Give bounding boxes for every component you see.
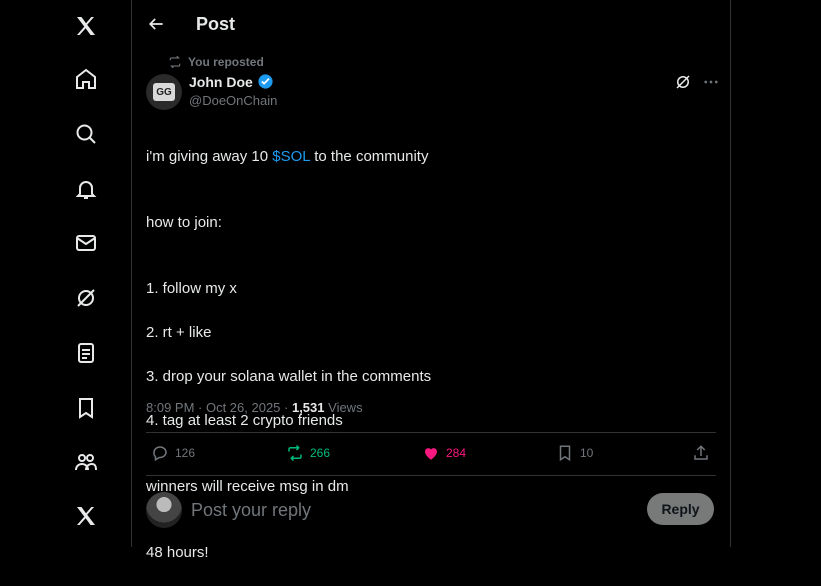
reply-button[interactable]: Reply (647, 493, 714, 525)
page-title: Post (196, 14, 236, 34)
column-divider (730, 0, 731, 547)
repost-icon (169, 55, 181, 69)
bookmark-count: 10 (580, 446, 594, 460)
back-arrow-icon[interactable] (146, 14, 166, 34)
sidebar (0, 0, 132, 547)
notifications-icon[interactable] (73, 176, 99, 202)
bookmark-icon (559, 445, 571, 462)
reply-input[interactable]: Post your reply (191, 500, 311, 521)
repost-count: 266 (310, 446, 331, 460)
user-avatar[interactable] (146, 492, 182, 528)
messages-icon[interactable] (73, 230, 99, 256)
more-options-icon[interactable] (702, 73, 720, 91)
reply-action[interactable]: 126 (151, 444, 195, 462)
author-handle[interactable]: @DoeOnChain (189, 93, 277, 108)
share-icon (694, 445, 708, 460)
like-action[interactable]: 284 (422, 444, 466, 462)
grok-icon[interactable] (674, 73, 692, 91)
search-icon[interactable] (73, 121, 99, 147)
share-action[interactable] (692, 444, 710, 462)
grok-icon[interactable] (73, 285, 99, 311)
post-line: 1. follow my x (146, 280, 237, 297)
verified-badge-icon (258, 74, 273, 89)
views-label: Views (324, 400, 363, 415)
lists-icon[interactable] (73, 340, 99, 366)
repost-indicator: You reposted (168, 55, 264, 69)
cashtag-link[interactable]: $SOL (272, 148, 310, 165)
action-bar: 126 266 284 10 (146, 432, 716, 476)
post-line: 48 hours! (146, 544, 209, 561)
post-timestamp[interactable]: 8:09 PM · Oct 26, 2025 · (146, 400, 292, 415)
post-line: i'm giving away 10 (146, 148, 273, 165)
post-line: to the community (310, 148, 429, 165)
like-count: 284 (446, 446, 467, 460)
bookmark-action[interactable]: 10 (556, 444, 593, 462)
heart-icon (425, 448, 437, 460)
author-name-row[interactable]: John Doe (189, 73, 274, 90)
post-line: how to join: (146, 214, 222, 231)
reply-count: 126 (175, 446, 196, 460)
post-top-actions (674, 73, 720, 91)
bookmarks-icon[interactable] (73, 395, 99, 421)
repost-action[interactable]: 266 (286, 444, 330, 462)
reply-icon (153, 446, 167, 462)
post-line: 2. rt + like (146, 324, 212, 341)
post-line: winners will receive msg in dm (146, 478, 349, 495)
post-meta: 8:09 PM · Oct 26, 2025 · 1,531 Views (146, 400, 363, 415)
communities-icon[interactable] (73, 449, 99, 475)
author-name[interactable]: John Doe (189, 74, 253, 90)
avatar-text: GG (153, 83, 175, 101)
author-avatar[interactable]: GG (146, 74, 182, 110)
views-count: 1,531 (291, 400, 325, 415)
x-logo-icon[interactable] (73, 13, 99, 39)
home-icon[interactable] (73, 66, 99, 92)
premium-x-icon[interactable] (73, 503, 99, 529)
post-line: 3. drop your solana wallet in the commen… (146, 368, 432, 385)
repost-label: You reposted (188, 55, 264, 69)
repost-icon (288, 444, 302, 462)
